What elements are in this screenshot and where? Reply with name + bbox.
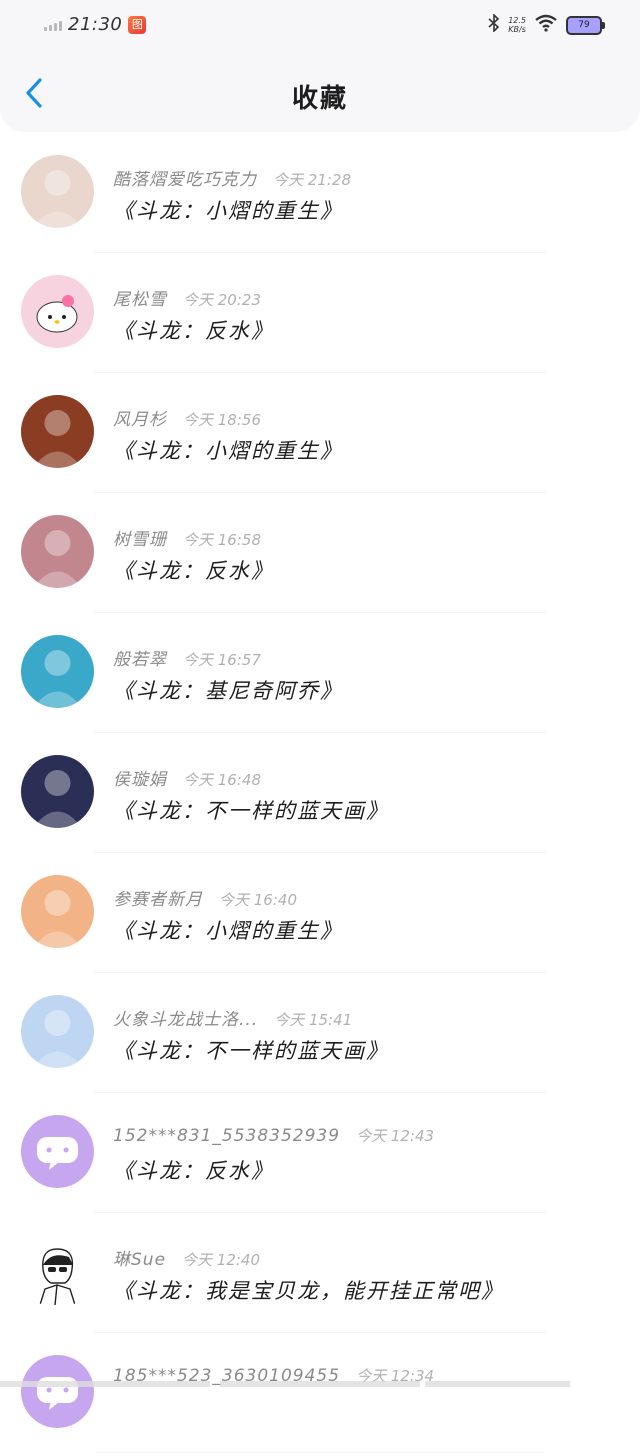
clock: 21:30	[68, 14, 123, 35]
favorite-item[interactable]: 152***831_5538352939 今天 12:43 《斗龙：反水》	[0, 1093, 640, 1213]
favorite-item[interactable]: 侯璇娟 今天 16:48 《斗龙：不一样的蓝天画》	[0, 733, 640, 853]
avatar[interactable]	[21, 635, 94, 708]
scroll-edge	[0, 1381, 640, 1387]
author-name[interactable]: 侯璇娟	[113, 770, 167, 790]
page-title: 收藏	[291, 84, 348, 114]
story-title[interactable]: 《斗龙：小熠的重生》	[113, 435, 343, 465]
item-meta: 琳Sue 今天 12:40	[113, 1245, 260, 1270]
avatar[interactable]	[21, 155, 94, 228]
avatar[interactable]	[21, 1115, 94, 1188]
anime-sky-avatar	[21, 1010, 94, 1068]
chat-bubble-avatar	[21, 1137, 94, 1188]
nav-bar: 收藏	[0, 50, 640, 132]
author-name[interactable]: 尾松雪	[113, 290, 167, 310]
favorite-item[interactable]: 风月杉 今天 18:56 《斗龙：小熠的重生》	[0, 373, 640, 493]
avatar[interactable]	[21, 1235, 94, 1308]
timestamp: 今天 16:58	[183, 531, 261, 549]
author-name[interactable]: 般若翠	[113, 650, 167, 670]
girl-photo-avatar	[21, 770, 94, 828]
item-meta: 参赛者新月 今天 16:40	[113, 885, 297, 910]
author-name[interactable]: 树雪珊	[113, 530, 167, 550]
favorite-item[interactable]: 185***523_3630109455 今天 12:34	[0, 1333, 640, 1453]
timestamp: 今天 20:23	[183, 291, 261, 309]
story-title[interactable]: 《斗龙：我是宝贝龙，能开挂正常吧》	[113, 1275, 504, 1305]
battery-icon: 79	[566, 15, 605, 35]
favorite-item[interactable]: 火象斗龙战士洛... 今天 15:41 《斗龙：不一样的蓝天画》	[0, 973, 640, 1093]
item-meta: 般若翠 今天 16:57	[113, 645, 261, 670]
favorite-item[interactable]: 酷落熠爱吃巧克力 今天 21:28 《斗龙：小熠的重生》	[0, 133, 640, 253]
item-meta: 152***831_5538352939 今天 12:43	[113, 1125, 434, 1146]
wifi-icon	[534, 14, 558, 36]
item-meta: 侯璇娟 今天 16:48	[113, 765, 261, 790]
favorite-item[interactable]: 树雪珊 今天 16:58 《斗龙：反水》	[0, 493, 640, 613]
status-bar: 21:30 图 12.5 KB/s 79	[0, 0, 640, 50]
avatar[interactable]	[21, 515, 94, 588]
sketch-boy-avatar	[21, 1248, 94, 1308]
avatar[interactable]	[21, 1355, 94, 1428]
item-meta: 酷落熠爱吃巧克力 今天 21:28	[113, 165, 351, 190]
item-meta: 树雪珊 今天 16:58	[113, 525, 261, 550]
story-title[interactable]: 《斗龙：不一样的蓝天画》	[113, 1035, 389, 1065]
favorite-item[interactable]: 尾松雪 今天 20:23 《斗龙：反水》	[0, 253, 640, 373]
timestamp: 今天 12:40	[182, 1251, 261, 1269]
author-name[interactable]: 风月杉	[113, 410, 167, 430]
network-speed-value: 12.5	[508, 16, 526, 25]
favorite-item[interactable]: 琳Sue 今天 12:40 《斗龙：我是宝贝龙，能开挂正常吧》	[0, 1213, 640, 1333]
story-title[interactable]: 《斗龙：小熠的重生》	[113, 915, 343, 945]
story-title[interactable]: 《斗龙：基尼奇阿乔》	[113, 675, 343, 705]
portrait-photo-avatar	[21, 530, 94, 588]
item-meta: 火象斗龙战士洛... 今天 15:41	[113, 1005, 352, 1030]
network-speed: 12.5 KB/s	[508, 16, 526, 34]
timestamp: 今天 21:28	[273, 171, 351, 189]
avatar[interactable]	[21, 275, 94, 348]
dancer-photo-avatar	[21, 650, 94, 708]
favorites-list: 酷落熠爱吃巧克力 今天 21:28 《斗龙：小熠的重生》 尾松雪 今天 20:23 《斗龙…	[0, 133, 640, 1453]
signal-icon	[44, 19, 62, 31]
timestamp: 今天 18:56	[183, 411, 261, 429]
story-title[interactable]: 《斗龙：不一样的蓝天画》	[113, 795, 389, 825]
timestamp: 今天 16:48	[183, 771, 261, 789]
story-title[interactable]: 《斗龙：反水》	[113, 315, 274, 345]
avatar[interactable]	[21, 395, 94, 468]
story-title[interactable]: 《斗龙：反水》	[113, 1155, 274, 1185]
author-name[interactable]: 参赛者新月	[113, 890, 203, 910]
bluetooth-icon	[488, 13, 500, 36]
avatar[interactable]	[21, 755, 94, 828]
author-name[interactable]: 火象斗龙战士洛...	[113, 1010, 258, 1030]
favorite-item[interactable]: 般若翠 今天 16:57 《斗龙：基尼奇阿乔》	[0, 613, 640, 733]
timestamp: 今天 16:40	[219, 891, 297, 909]
app-notification-icon: 图	[128, 15, 147, 34]
avatar[interactable]	[21, 875, 94, 948]
timestamp: 今天 16:57	[183, 651, 261, 669]
pens-photo-avatar	[21, 410, 94, 468]
author-name[interactable]: 琳Sue	[113, 1250, 166, 1270]
item-meta: 尾松雪 今天 20:23	[113, 285, 261, 310]
network-speed-unit: KB/s	[508, 25, 526, 34]
chat-bubble-avatar	[21, 1377, 94, 1428]
timestamp: 今天 12:43	[356, 1127, 435, 1145]
story-title[interactable]: 《斗龙：反水》	[113, 555, 274, 585]
favorite-item[interactable]: 参赛者新月 今天 16:40 《斗龙：小熠的重生》	[0, 853, 640, 973]
author-name[interactable]: 152***831_5538352939	[113, 1126, 340, 1146]
cartoon-girl-avatar	[21, 170, 94, 228]
timestamp: 今天 15:41	[274, 1011, 353, 1029]
author-name[interactable]: 酷落熠爱吃巧克力	[113, 170, 257, 190]
item-meta: 风月杉 今天 18:56	[113, 405, 261, 430]
story-title[interactable]: 《斗龙：小熠的重生》	[113, 195, 343, 225]
avatar[interactable]	[21, 995, 94, 1068]
anime-girl-avatar	[21, 890, 94, 948]
hello-kitty-avatar	[21, 295, 94, 348]
